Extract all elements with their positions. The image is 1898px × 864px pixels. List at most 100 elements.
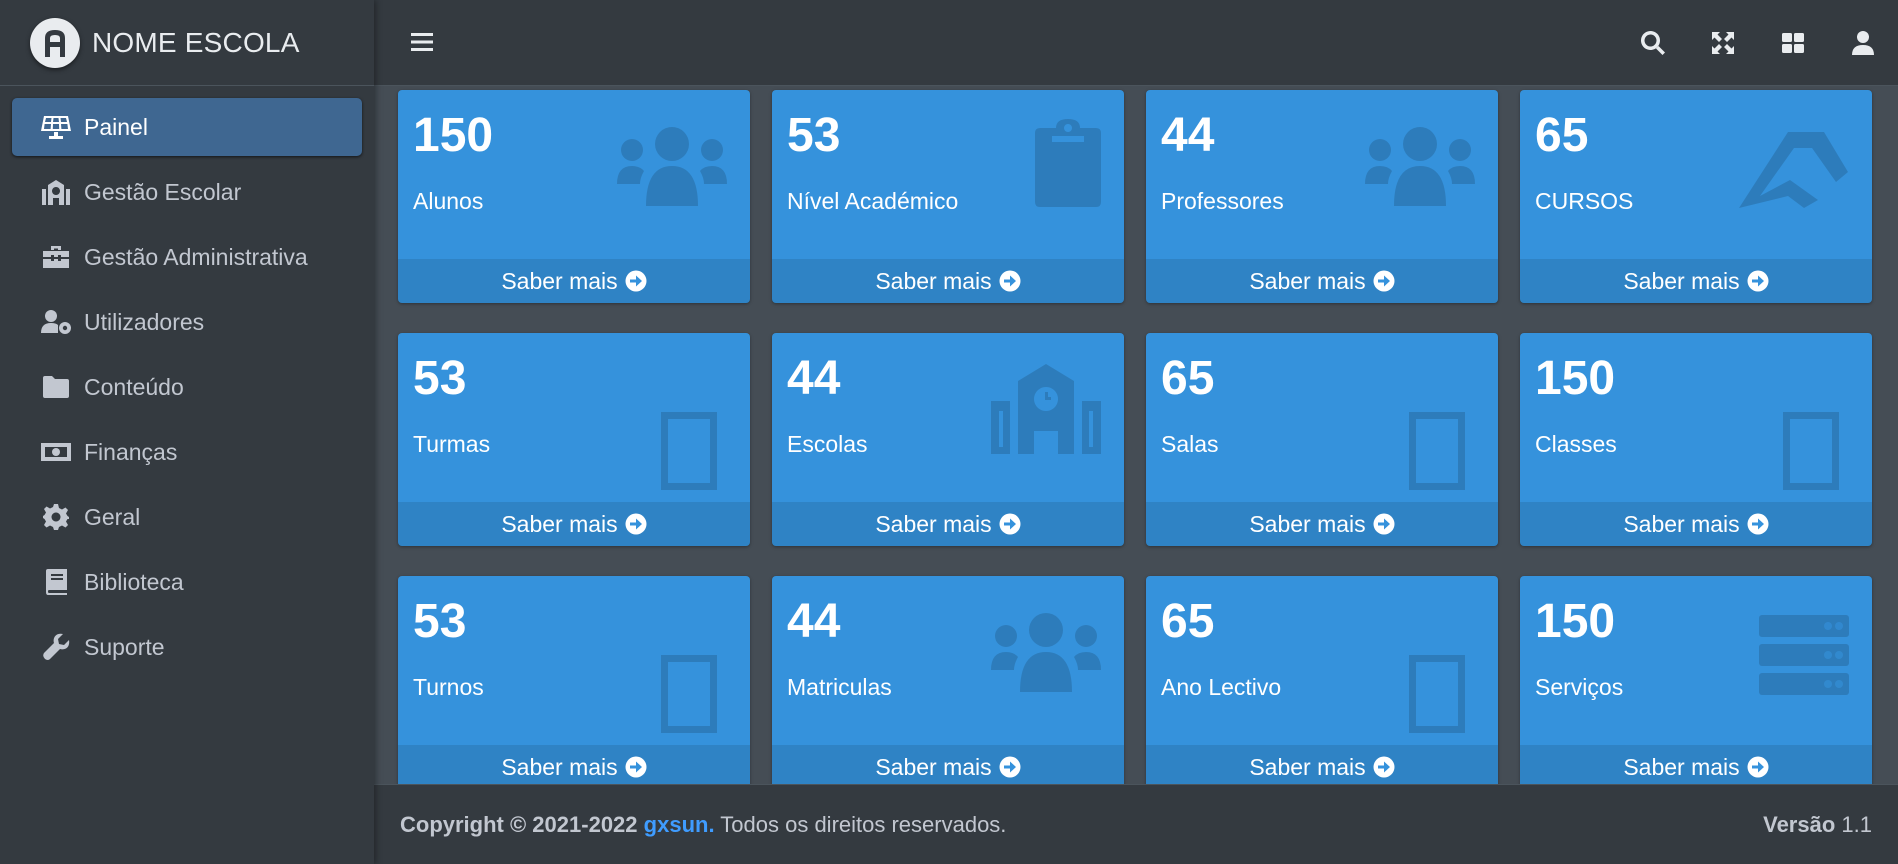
sidebar-item-label: Suporte	[84, 633, 165, 660]
sidebar-item-gestao-escolar[interactable]: Gestão Escolar	[12, 163, 362, 221]
stat-label: Salas	[1161, 431, 1219, 457]
missing-glyph-icon	[660, 411, 718, 496]
more-info-label: Saber mais	[1623, 510, 1740, 537]
more-info-link[interactable]: Saber mais	[1520, 502, 1872, 546]
more-info-label: Saber mais	[501, 510, 618, 537]
more-info-link[interactable]: Saber mais	[398, 502, 750, 546]
users-cog-icon	[40, 308, 72, 336]
sidebar-item-label: Utilizadores	[84, 308, 205, 335]
stat-value: 44	[1161, 109, 1215, 162]
arrow-circle-right-icon	[1373, 756, 1395, 778]
sidebar-item-label: Conteúdo	[84, 373, 184, 400]
stat-card: 44 Professores Saber mais	[1146, 90, 1498, 303]
sidebar-item-painel[interactable]: Painel	[12, 98, 362, 156]
brand-link[interactable]: NOME ESCOLA	[0, 0, 374, 86]
more-info-link[interactable]: Saber mais	[398, 745, 750, 784]
stat-value: 53	[787, 109, 841, 162]
stat-card: 150 Alunos Saber mais	[398, 90, 750, 303]
arrow-circle-right-icon	[1747, 756, 1769, 778]
stat-label: Ano Lectivo	[1161, 674, 1282, 700]
arrow-circle-right-icon	[1747, 513, 1769, 535]
stat-label: CURSOS	[1535, 188, 1634, 214]
school-icon	[40, 178, 72, 206]
stat-card: 65 Ano Lectivo Saber mais	[1146, 576, 1498, 784]
search-icon[interactable]	[1618, 0, 1688, 86]
users-icon	[990, 612, 1102, 699]
sidebar: NOME ESCOLA Painel Gestão Escolar Gestão…	[0, 0, 374, 864]
sidebar-item-financas[interactable]: Finanças	[12, 423, 362, 481]
dashboard-content: 150 Alunos Saber mais 53 Nível Académico Sabe…	[374, 86, 1898, 784]
more-info-label: Saber mais	[875, 267, 992, 294]
stat-card: 44 Escolas Saber mais	[772, 333, 1124, 546]
page-footer: Copyright © 2021-2022 gxsun. Todos os di…	[374, 784, 1898, 864]
more-info-label: Saber mais	[875, 753, 992, 780]
more-info-link[interactable]: Saber mais	[1146, 745, 1498, 784]
arrow-circle-right-icon	[1373, 513, 1395, 535]
stat-card: 53 Turnos Saber mais	[398, 576, 750, 784]
more-info-link[interactable]: Saber mais	[1146, 259, 1498, 303]
book-icon	[40, 568, 72, 596]
stat-card: 53 Turmas Saber mais	[398, 333, 750, 546]
sidebar-item-conteudo[interactable]: Conteúdo	[12, 358, 362, 416]
more-info-label: Saber mais	[1623, 753, 1740, 780]
stat-value: 65	[1161, 352, 1215, 405]
server-icon	[1758, 614, 1850, 701]
folder-icon	[40, 373, 72, 401]
sidebar-item-label: Gestão Administrativa	[84, 243, 308, 270]
sidebar-item-label: Painel	[84, 113, 148, 140]
more-info-label: Saber mais	[501, 753, 618, 780]
missing-glyph-icon	[1408, 411, 1466, 496]
arrow-circle-right-icon	[999, 513, 1021, 535]
sidebar-item-suporte[interactable]: Suporte	[12, 618, 362, 676]
menu-icon[interactable]	[410, 30, 434, 54]
stat-value: 44	[787, 595, 841, 648]
missing-glyph-icon	[1782, 411, 1840, 496]
graduation-icon	[1738, 130, 1850, 217]
stat-value: 150	[1535, 595, 1616, 648]
sidebar-item-label: Biblioteca	[84, 568, 184, 595]
more-info-label: Saber mais	[501, 267, 618, 294]
brand-name: NOME ESCOLA	[92, 26, 300, 58]
users-icon	[616, 126, 728, 213]
fullscreen-icon[interactable]	[1688, 0, 1758, 86]
stat-card: 150 Serviços Saber mais	[1520, 576, 1872, 784]
user-icon[interactable]	[1828, 0, 1898, 86]
company-link[interactable]: gxsun.	[644, 812, 715, 837]
solar-panel-icon	[40, 113, 72, 141]
stat-label: Professores	[1161, 188, 1284, 214]
more-info-link[interactable]: Saber mais	[772, 502, 1124, 546]
school-icon	[990, 363, 1102, 460]
stat-value: 53	[413, 595, 467, 648]
users-icon	[1364, 126, 1476, 213]
more-info-link[interactable]: Saber mais	[772, 259, 1124, 303]
more-info-link[interactable]: Saber mais	[1520, 259, 1872, 303]
arrow-circle-right-icon	[625, 270, 647, 292]
sidebar-item-biblioteca[interactable]: Biblioteca	[12, 553, 362, 611]
arrow-circle-right-icon	[625, 513, 647, 535]
stat-card: 150 Classes Saber mais	[1520, 333, 1872, 546]
sidebar-item-gestao-administrativa[interactable]: Gestão Administrativa	[12, 228, 362, 286]
stat-label: Turnos	[413, 674, 484, 700]
copyright-label: Copyright © 2021-2022	[400, 811, 638, 837]
stat-label: Turmas	[413, 431, 491, 457]
more-info-link[interactable]: Saber mais	[1146, 502, 1498, 546]
sidebar-item-geral[interactable]: Geral	[12, 488, 362, 546]
arrow-circle-right-icon	[625, 756, 647, 778]
stat-card: 53 Nível Académico Saber mais	[772, 90, 1124, 303]
stat-card: 44 Matriculas Saber mais	[772, 576, 1124, 784]
copyright-text: Copyright © 2021-2022 gxsun. Todos os di…	[400, 812, 1006, 838]
gear-icon	[40, 503, 72, 531]
more-info-label: Saber mais	[1249, 510, 1366, 537]
more-info-link[interactable]: Saber mais	[772, 745, 1124, 784]
more-info-link[interactable]: Saber mais	[398, 259, 750, 303]
stat-card-grid: 150 Alunos Saber mais 53 Nível Académico Sabe…	[398, 90, 1872, 784]
more-info-label: Saber mais	[1249, 267, 1366, 294]
sidebar-item-label: Geral	[84, 503, 141, 530]
sidebar-item-utilizadores[interactable]: Utilizadores	[12, 293, 362, 351]
toolbox-icon	[40, 243, 72, 271]
arrow-circle-right-icon	[999, 756, 1021, 778]
grid-icon[interactable]	[1758, 0, 1828, 86]
more-info-link[interactable]: Saber mais	[1520, 745, 1872, 784]
stat-value: 150	[413, 109, 494, 162]
arrow-circle-right-icon	[999, 270, 1021, 292]
